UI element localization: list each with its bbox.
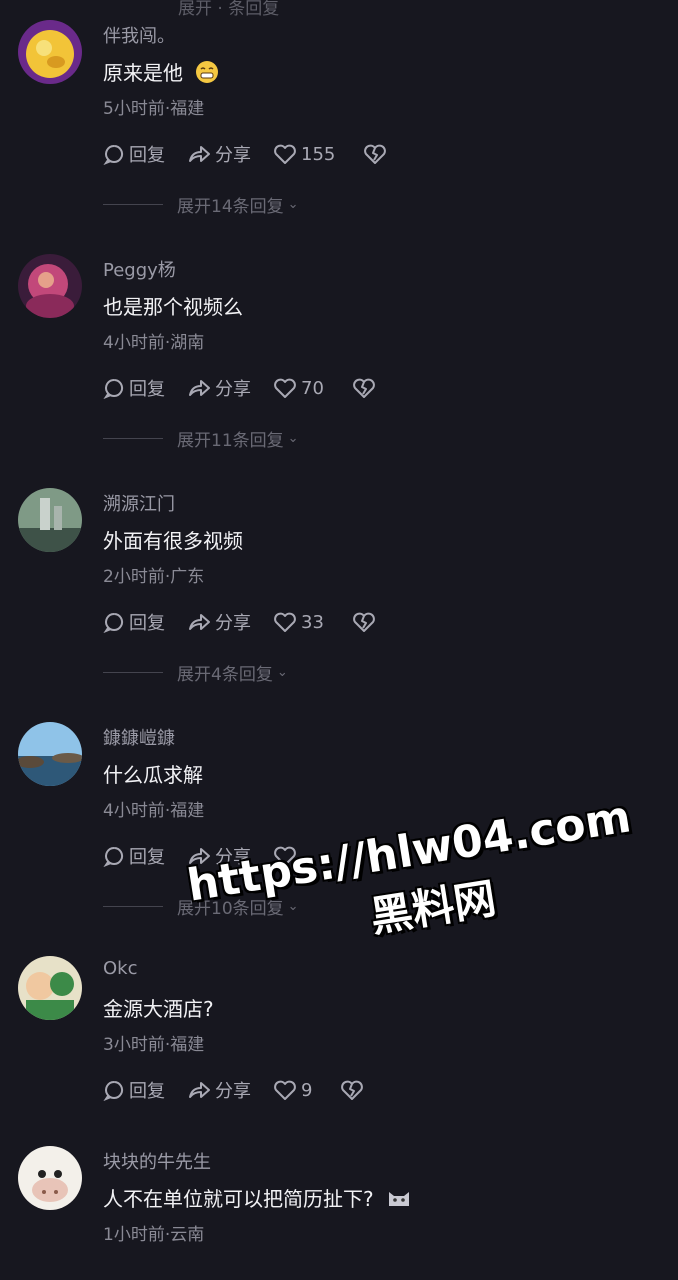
reply-icon: [103, 847, 123, 867]
share-button[interactable]: 分享: [187, 1077, 251, 1103]
expand-replies[interactable]: 展开4条回复 ⌄: [103, 660, 288, 685]
broken-heart-icon: [353, 378, 375, 398]
comment-actions: 回复 分享 33: [103, 608, 380, 636]
expand-replies[interactable]: 展开14条回复 ⌄: [103, 192, 299, 217]
reply-button[interactable]: 回复: [103, 843, 165, 869]
comment-text-content: 原来是他: [103, 61, 183, 85]
reply-label: 回复: [129, 847, 165, 868]
avatar[interactable]: [18, 722, 82, 786]
reply-icon: [103, 145, 123, 165]
watermark: https://hlw04.com 黑料网: [176, 737, 674, 960]
comment-meta: 1小时前·云南: [103, 1225, 205, 1245]
comment-meta: 3小时前·福建: [103, 1035, 205, 1055]
like-count: 33: [301, 611, 324, 633]
divider: [103, 438, 163, 439]
divider: [103, 204, 163, 205]
reply-label: 回复: [129, 379, 165, 400]
share-icon: [189, 614, 210, 630]
broken-heart-icon: [364, 144, 387, 164]
comment-text: 原来是他: [103, 57, 219, 89]
cat-icon: [386, 1186, 412, 1215]
username[interactable]: Peggy杨: [103, 256, 176, 282]
comment-text: 外面有很多视频: [103, 529, 243, 553]
comment-text: 什么瓜求解: [103, 763, 203, 787]
like-button[interactable]: 70: [273, 377, 324, 399]
comment-actions: 回复 分享 9: [103, 1076, 368, 1104]
reply-button[interactable]: 回复: [103, 1077, 165, 1103]
chevron-down-icon: ⌄: [287, 197, 299, 212]
reply-button[interactable]: 回复: [103, 141, 165, 167]
share-icon: [189, 146, 210, 162]
expand-replies-label: 展开4条回复: [177, 665, 273, 685]
dislike-button[interactable]: [363, 143, 391, 165]
share-button[interactable]: 分享: [187, 141, 251, 167]
expand-replies-partial[interactable]: 展开 · 条回复: [178, 0, 279, 19]
comment-text: 人不在单位就可以把简历扯下?: [103, 1183, 412, 1215]
share-label: 分享: [215, 613, 251, 634]
heart-icon: [274, 1080, 296, 1100]
share-label: 分享: [215, 1081, 251, 1102]
like-button[interactable]: 33: [273, 611, 324, 633]
comment-meta: 4小时前·湖南: [103, 333, 205, 353]
share-label: 分享: [215, 145, 251, 166]
like-count: 155: [301, 143, 336, 165]
username[interactable]: 鏮鏮嵦鏮: [103, 724, 175, 750]
like-count: 9: [301, 1079, 313, 1101]
avatar[interactable]: [18, 956, 82, 1020]
share-icon: [189, 380, 210, 396]
username[interactable]: Okc: [103, 958, 138, 979]
heart-icon: [274, 378, 296, 398]
avatar[interactable]: [18, 488, 82, 552]
divider: [103, 906, 163, 907]
comment-meta: 5小时前·福建: [103, 99, 205, 119]
like-count: 70: [301, 377, 324, 399]
like-button[interactable]: 9: [273, 1079, 312, 1101]
avatar[interactable]: [18, 20, 82, 84]
expand-replies-label: 展开14条回复: [177, 197, 284, 217]
reply-icon: [103, 1081, 123, 1101]
comment-actions: 回复 分享 70: [103, 374, 380, 402]
comment-text-content: 人不在单位就可以把简历扯下?: [103, 1187, 374, 1211]
broken-heart-icon: [341, 1080, 364, 1100]
username[interactable]: 块块的牛先生: [103, 1148, 211, 1174]
dislike-button[interactable]: [340, 1079, 368, 1101]
broken-heart-icon: [353, 612, 375, 632]
share-label: 分享: [215, 379, 251, 400]
comment-list-page: 展开 · 条回复 伴我闯。 原来是他 5小时前·福建 回复 分享 155 展开1…: [0, 0, 678, 1280]
username[interactable]: 溯源江门: [103, 490, 175, 516]
chevron-down-icon: ⌄: [276, 665, 288, 680]
comment-text: 也是那个视频么: [103, 295, 243, 319]
reply-button[interactable]: 回复: [103, 375, 165, 401]
divider: [103, 672, 163, 673]
avatar[interactable]: [18, 1146, 82, 1210]
reply-label: 回复: [129, 1081, 165, 1102]
comment-meta: 2小时前·广东: [103, 567, 205, 587]
avatar[interactable]: [18, 254, 82, 318]
dislike-button[interactable]: [352, 377, 380, 399]
share-button[interactable]: 分享: [187, 375, 251, 401]
expand-replies[interactable]: 展开11条回复 ⌄: [103, 426, 299, 451]
grin-icon: [195, 60, 219, 89]
comment-actions: 回复 分享 155: [103, 140, 391, 168]
reply-icon: [103, 613, 123, 633]
share-icon: [189, 1082, 210, 1098]
reply-label: 回复: [129, 145, 165, 166]
username[interactable]: 伴我闯。: [103, 22, 175, 48]
share-button[interactable]: 分享: [187, 609, 251, 635]
reply-icon: [103, 379, 123, 399]
like-button[interactable]: 155: [273, 143, 335, 165]
heart-icon: [274, 144, 296, 164]
comment-text: 金源大酒店?: [103, 997, 214, 1021]
dislike-button[interactable]: [352, 611, 380, 633]
expand-replies-label: 展开11条回复: [177, 431, 284, 451]
heart-icon: [274, 612, 296, 632]
chevron-down-icon: ⌄: [287, 431, 299, 446]
reply-button[interactable]: 回复: [103, 609, 165, 635]
reply-label: 回复: [129, 613, 165, 634]
